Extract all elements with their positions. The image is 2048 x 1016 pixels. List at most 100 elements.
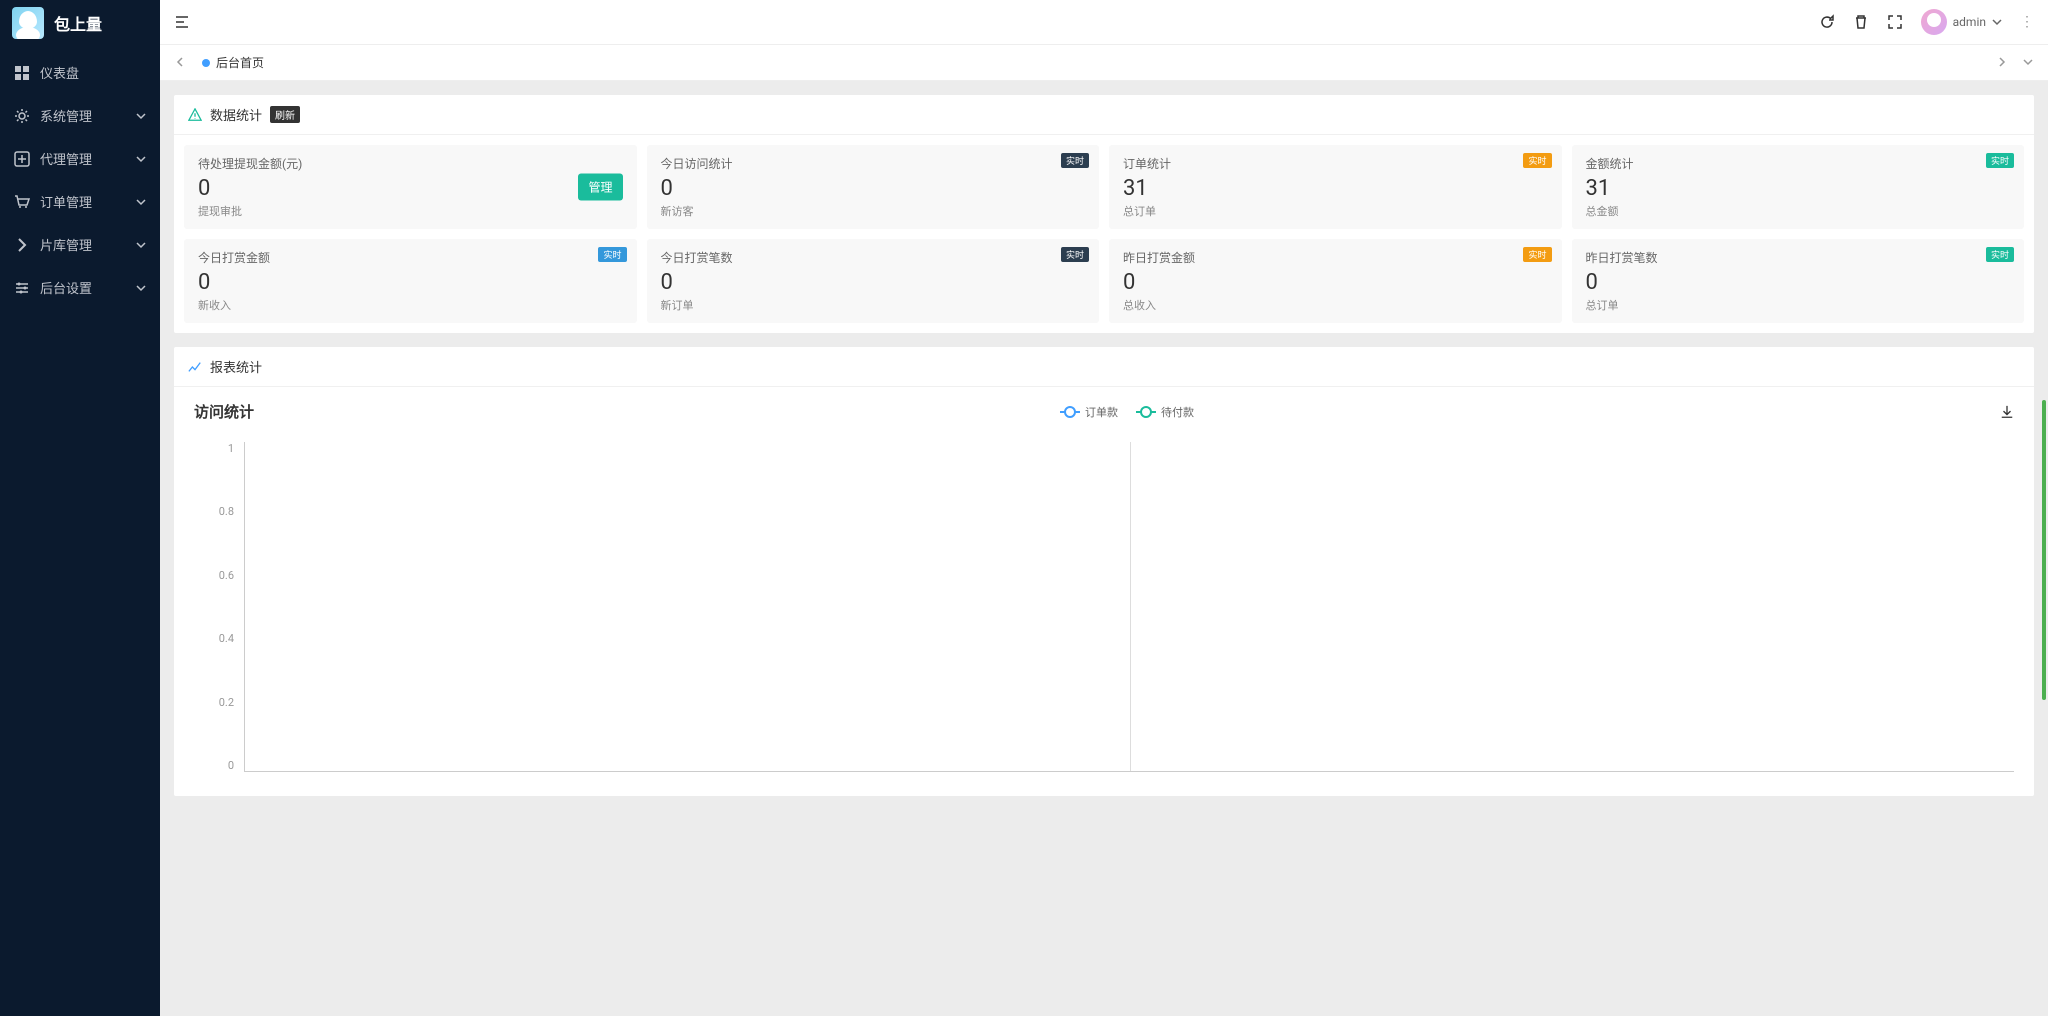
stats-panel: 数据统计 刷新 待处理提现金额(元)0提现审批管理今日访问统计0新访客实时订单统…: [174, 95, 2034, 333]
chart-top: 访问统计 订单款 待付款: [194, 401, 2014, 422]
stat-value: 0: [198, 176, 623, 201]
chart-panel-title: 报表统计: [210, 357, 262, 376]
stat-badge[interactable]: 实时: [1061, 247, 1089, 262]
stat-badge[interactable]: 实时: [1523, 153, 1551, 168]
chevron-down-icon: [136, 240, 146, 250]
sidebar-header: 包上量: [0, 0, 160, 45]
tab-label: 后台首页: [216, 54, 264, 71]
user-menu[interactable]: admin: [1921, 9, 2002, 35]
stat-sub: 新订单: [661, 297, 1086, 313]
sidebar-item-label: 系统管理: [40, 106, 92, 125]
stat-card: 待处理提现金额(元)0提现审批管理: [184, 145, 637, 229]
stat-value: 0: [198, 270, 623, 295]
fullscreen-icon[interactable]: [1887, 14, 1903, 30]
stat-value: 31: [1586, 176, 2011, 201]
sidebar: 包上量 仪表盘 系统管理 代理管理: [0, 0, 160, 1016]
tab-dropdown[interactable]: [2018, 56, 2038, 70]
stat-title: 今日访问统计: [661, 155, 1086, 172]
legend-label: 订单款: [1085, 404, 1118, 420]
sidebar-item-label: 片库管理: [40, 235, 92, 254]
stats-panel-title: 数据统计: [210, 105, 262, 124]
app-title: 包上量: [54, 11, 102, 35]
y-tick: 0.2: [219, 696, 234, 709]
stat-card: 昨日打赏笔数0总订单实时: [1572, 239, 2025, 323]
scroll-indicator: [2042, 400, 2046, 700]
chart-plot: [244, 442, 2014, 772]
stat-value: 0: [1123, 270, 1548, 295]
stat-sub: 提现审批: [198, 203, 623, 219]
stat-title: 昨日打赏笔数: [1586, 249, 2011, 266]
chart-title: 访问统计: [194, 401, 254, 422]
legend-item-pending[interactable]: 待付款: [1136, 404, 1194, 420]
trash-icon[interactable]: [1853, 14, 1869, 30]
stat-card: 今日打赏笔数0新订单实时: [647, 239, 1100, 323]
sidebar-item-label: 订单管理: [40, 192, 92, 211]
stat-value: 31: [1123, 176, 1548, 201]
stat-value: 0: [661, 176, 1086, 201]
stat-card: 金额统计 31 总金额 实时: [1572, 145, 2025, 229]
sidebar-item-order[interactable]: 订单管理: [0, 180, 160, 223]
stat-sub: 新收入: [198, 297, 623, 313]
menu-collapse-icon[interactable]: [174, 14, 190, 30]
y-tick: 0.6: [219, 569, 234, 582]
stat-title: 今日打赏笔数: [661, 249, 1086, 266]
stat-badge[interactable]: 实时: [1986, 153, 2014, 168]
app-logo: [12, 7, 44, 39]
sidebar-item-label: 仪表盘: [40, 63, 79, 82]
stat-badge[interactable]: 管理: [578, 174, 622, 201]
dashboard-icon: [14, 65, 30, 81]
refresh-button[interactable]: 刷新: [270, 106, 300, 123]
refresh-icon[interactable]: [1819, 14, 1835, 30]
stats-grid: 待处理提现金额(元)0提现审批管理今日访问统计0新访客实时订单统计31总订单实时…: [174, 135, 2034, 333]
stat-badge[interactable]: 实时: [1061, 153, 1089, 168]
stat-badge[interactable]: 实时: [598, 247, 626, 262]
tab-next[interactable]: [1992, 56, 2012, 70]
chevron-right-icon: [14, 237, 30, 253]
y-tick: 0: [228, 759, 234, 772]
user-name: admin: [1953, 15, 1986, 29]
sidebar-item-library[interactable]: 片库管理: [0, 223, 160, 266]
stat-title: 今日打赏金额: [198, 249, 623, 266]
tab-prev[interactable]: [170, 56, 190, 70]
download-icon[interactable]: [2000, 405, 2014, 419]
stat-card: 订单统计 31 总订单 实时: [1109, 145, 1562, 229]
stat-sub: 总收入: [1123, 297, 1548, 313]
stat-title: 金额统计: [1586, 155, 2011, 172]
stat-badge[interactable]: 实时: [1523, 247, 1551, 262]
tab-active-dot: [202, 59, 210, 67]
main-area: admin ⋮ 后台首页: [160, 0, 2048, 1016]
stat-card: 昨日打赏金额 0 总收入 实时: [1109, 239, 1562, 323]
tab-home[interactable]: 后台首页: [190, 54, 276, 71]
stat-card: 今日访问统计 0 新访客 实时: [647, 145, 1100, 229]
stat-title: 昨日打赏金额: [1123, 249, 1548, 266]
legend-label: 待付款: [1161, 404, 1194, 420]
y-tick: 0.8: [219, 505, 234, 518]
sidebar-item-settings[interactable]: 后台设置: [0, 266, 160, 309]
plus-box-icon: [14, 151, 30, 167]
legend-item-orders[interactable]: 订单款: [1060, 404, 1118, 420]
stat-title: 订单统计: [1123, 155, 1548, 172]
chevron-down-icon: [136, 111, 146, 121]
chart-panel-header: 报表统计: [174, 347, 2034, 387]
sidebar-item-label: 后台设置: [40, 278, 92, 297]
chart-plot-divider: [1130, 442, 1131, 771]
content-area: 数据统计 刷新 待处理提现金额(元)0提现审批管理今日访问统计0新访客实时订单统…: [160, 81, 2048, 1016]
more-icon[interactable]: ⋮: [2020, 14, 2034, 30]
sidebar-item-agent[interactable]: 代理管理: [0, 137, 160, 180]
sidebar-item-system[interactable]: 系统管理: [0, 94, 160, 137]
stat-sub: 总金额: [1586, 203, 2011, 219]
stat-badge[interactable]: 实时: [1986, 247, 2014, 262]
y-tick: 1: [228, 442, 234, 455]
topbar: admin ⋮: [160, 0, 2048, 45]
stats-panel-header: 数据统计 刷新: [174, 95, 2034, 135]
gear-icon: [14, 108, 30, 124]
cart-icon: [14, 194, 30, 210]
sidebar-menu: 仪表盘 系统管理 代理管理 订单管理: [0, 45, 160, 315]
chevron-down-icon: [136, 197, 146, 207]
stat-sub: 总订单: [1123, 203, 1548, 219]
chevron-down-icon: [136, 154, 146, 164]
stat-sub: 新访客: [661, 203, 1086, 219]
chart-y-axis: 10.80.60.40.20: [194, 442, 244, 772]
warning-icon: [188, 108, 202, 122]
sidebar-item-dashboard[interactable]: 仪表盘: [0, 51, 160, 94]
